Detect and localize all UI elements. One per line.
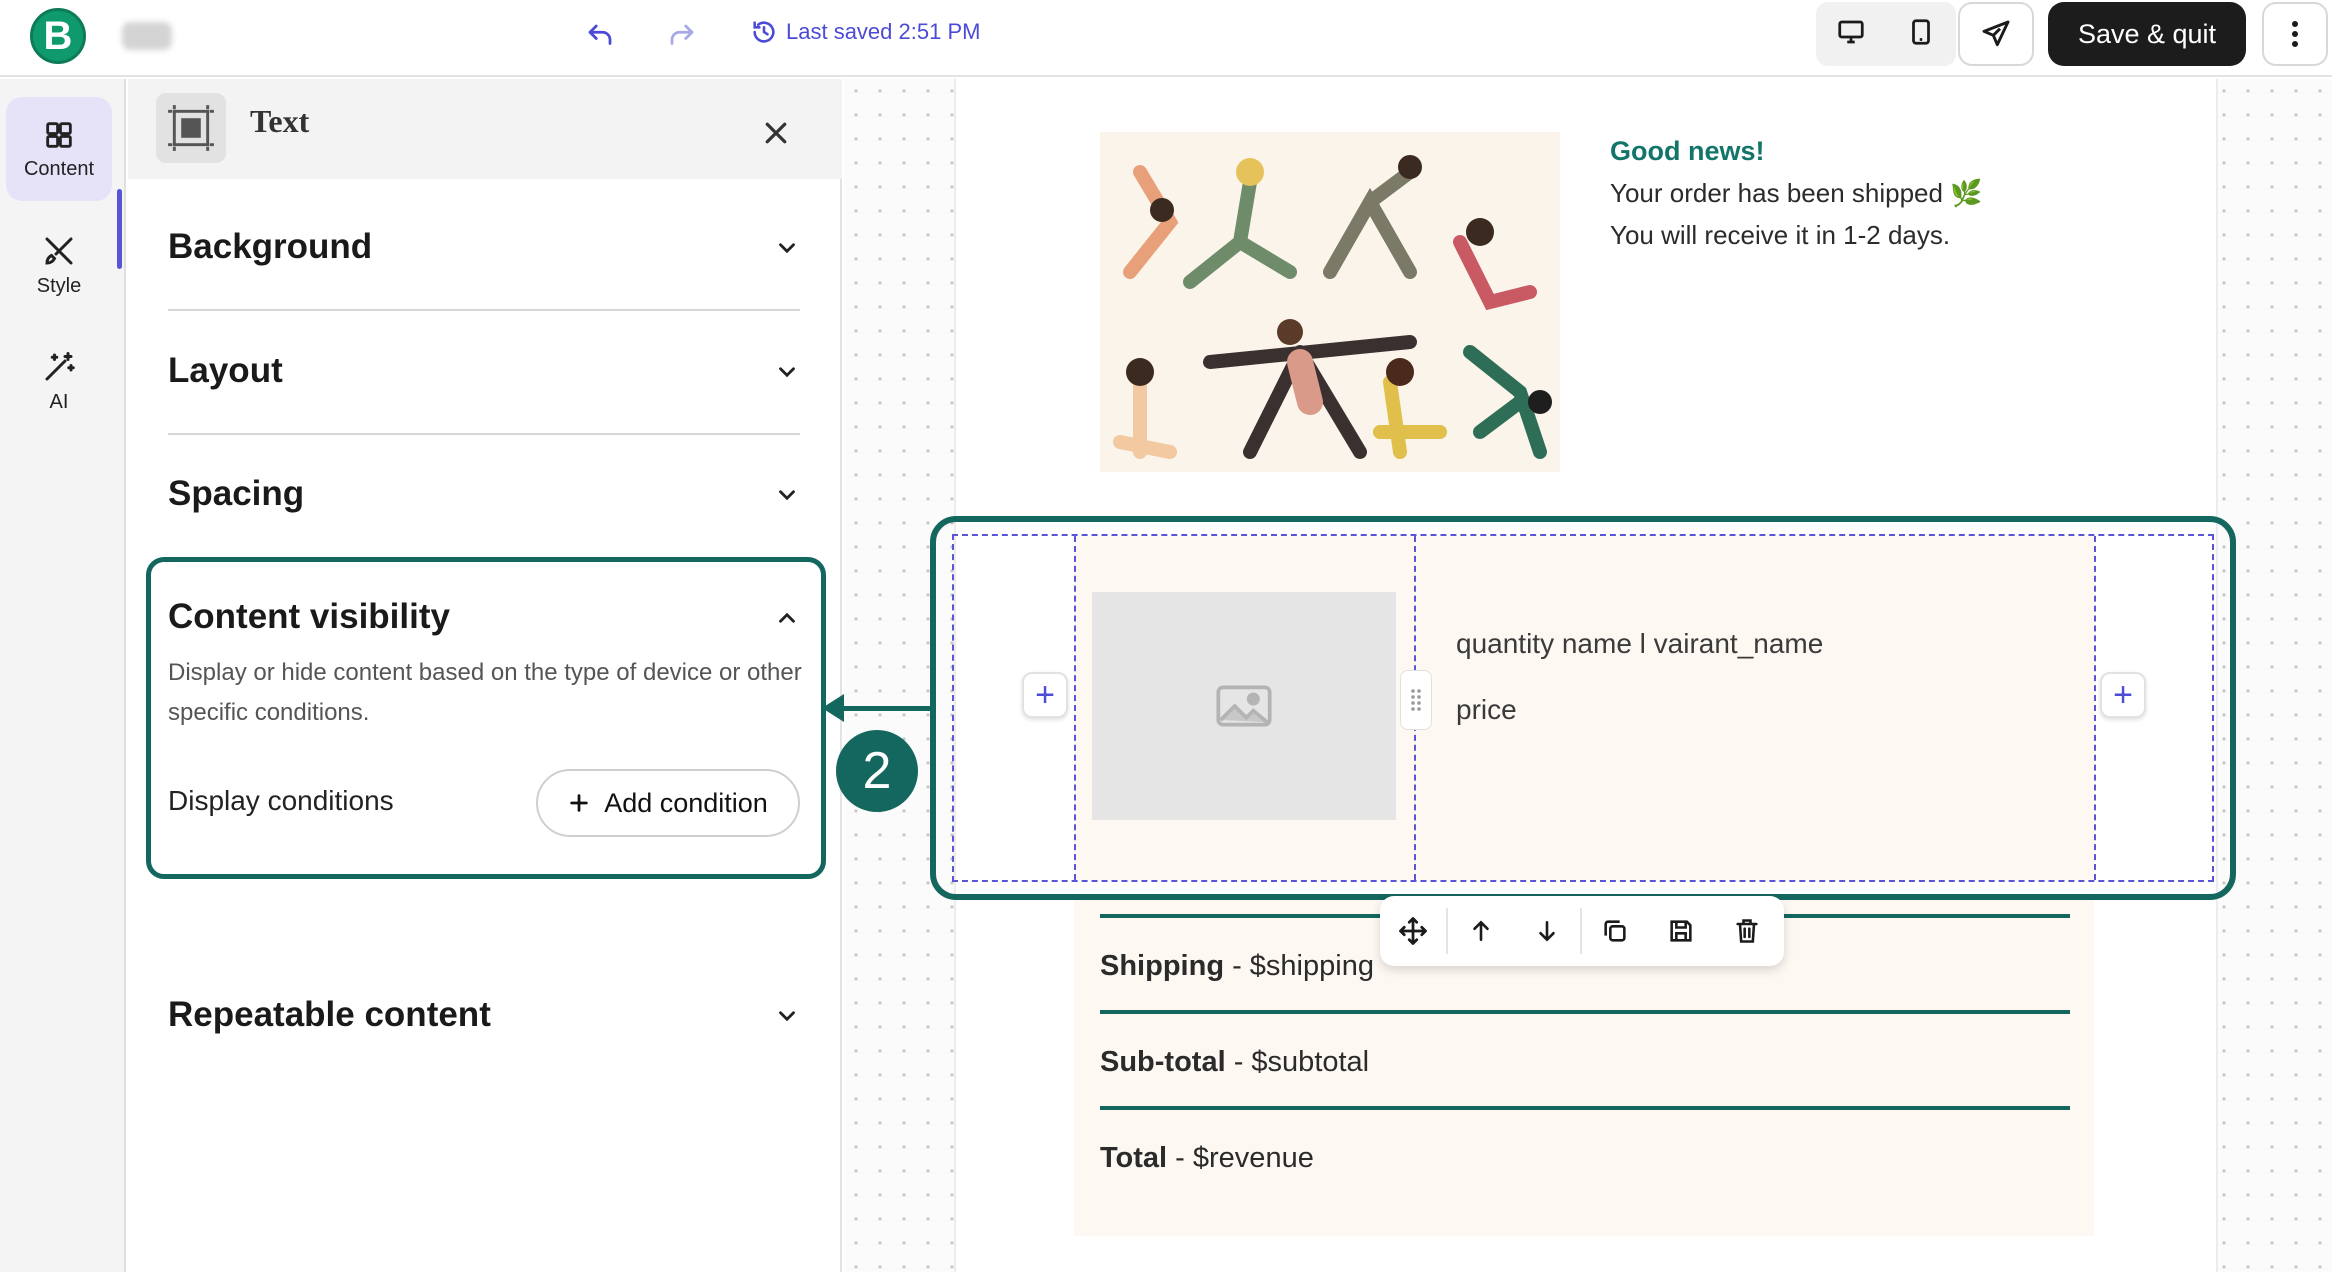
add-column-right-button[interactable]: + [2100,672,2146,718]
desktop-view-icon[interactable] [1836,17,1866,52]
text-block-icon [156,93,226,163]
chevron-up-icon [779,612,795,623]
device-toggle [1816,2,1956,66]
chevron-down-icon [779,243,795,254]
add-column-left-button[interactable]: + [1022,672,1068,718]
chevron-down-icon [779,490,795,501]
last-saved-text: Last saved 2:51 PM [786,19,981,44]
summary-divider [1100,1106,2070,1110]
section-title-spacing: Spacing [168,474,305,513]
rail-label-content: Content [23,157,95,180]
section-spacing[interactable]: Spacing [168,474,800,514]
rail-item-content[interactable]: Content [6,97,112,201]
undo-icon[interactable] [578,14,622,58]
panel-title: Text [250,103,310,139]
history-icon [753,21,775,43]
delivery-message: You will receive it in 1-2 days. [1610,220,1951,250]
section-title-repeatable: Repeatable content [168,995,491,1034]
product-price[interactable]: price [1456,694,1517,726]
last-saved-status[interactable]: Last saved 2:51 PM [750,18,980,46]
summary-divider [1100,1010,2070,1014]
section-content-visibility[interactable]: Content visibility [168,597,800,637]
arrow-down-icon[interactable] [1514,896,1580,966]
image-icon [1216,685,1272,727]
hero-illustration[interactable] [1100,132,1560,472]
panel-header: Text [128,79,842,179]
rail-label-style: Style [36,274,82,297]
plus-icon [570,794,588,812]
settings-panel: Text Background Layout Spacing Content v… [128,79,842,1272]
add-condition-label: Add condition [604,787,768,818]
summary-value: - $revenue [1167,1142,1314,1174]
summary-row-total[interactable]: Total - $revenue [1100,1142,1314,1175]
drag-handle-icon [1411,689,1421,711]
summary-row-subtotal[interactable]: Sub-total - $subtotal [1100,1046,1369,1079]
summary-label: Shipping [1100,950,1225,982]
visibility-description: Display or hide content based on the typ… [168,659,802,726]
send-icon [1982,20,2010,47]
duplicate-icon[interactable] [1582,896,1648,966]
section-title-background: Background [168,227,373,266]
mobile-view-icon[interactable] [1906,17,1936,52]
callout-arrowhead [822,694,844,722]
grid-icon [46,121,72,148]
app-logo[interactable]: B [30,8,86,64]
brush-icon [45,237,73,265]
divider [168,309,800,311]
save-block-icon[interactable] [1648,896,1714,966]
divider [168,433,800,435]
good-news-heading: Good news! [1610,136,1765,166]
kebab-menu-icon [2292,21,2298,47]
block-toolbar [1380,896,1784,966]
column-divider [1074,536,1076,880]
step-badge: 2 [836,730,918,812]
summary-value: - $shipping [1224,950,1374,982]
shipped-message: Your order has been shipped 🌿 [1610,178,1983,208]
section-title-content-visibility: Content visibility [168,597,450,636]
display-conditions-label: Display conditions [168,785,394,816]
redo-icon[interactable] [660,14,704,58]
active-indicator [117,189,122,269]
save-quit-button[interactable]: Save & quit [2048,2,2246,66]
trash-icon[interactable] [1714,896,1780,966]
summary-row-shipping[interactable]: Shipping - $shipping [1100,950,1374,983]
magic-wand-icon [45,351,75,380]
close-panel-button[interactable] [756,113,796,153]
left-rail: Content Style AI [0,79,126,1272]
summary-label: Total [1100,1142,1168,1174]
rail-item-ai[interactable]: AI [6,329,112,433]
summary-value: - $subtotal [1225,1046,1370,1078]
column-divider [2094,536,2096,880]
close-icon [765,122,787,144]
chevron-down-icon [779,367,795,378]
product-image-placeholder[interactable] [1092,592,1396,820]
section-layout[interactable]: Layout [168,351,800,391]
column-resize-handle[interactable] [1400,670,1432,730]
callout-arrow [836,706,932,711]
arrow-up-icon[interactable] [1448,896,1514,966]
rail-item-style[interactable]: Style [6,213,112,317]
chevron-down-icon [779,1011,795,1022]
document-name[interactable] [122,22,172,50]
product-name[interactable]: quantity name l vairant_name [1456,628,1823,660]
section-repeatable-content[interactable]: Repeatable content [168,995,800,1035]
send-test-button[interactable] [1958,2,2034,66]
more-options-button[interactable] [2262,2,2328,66]
rail-label-ai: AI [49,390,69,413]
summary-label: Sub-total [1100,1046,1226,1078]
add-condition-button[interactable]: Add condition [536,769,800,837]
section-background[interactable]: Background [168,227,800,267]
move-icon[interactable] [1380,896,1446,966]
top-bar: B Last saved 2:51 PM Save & quit [0,0,2332,77]
section-title-layout: Layout [168,351,283,390]
